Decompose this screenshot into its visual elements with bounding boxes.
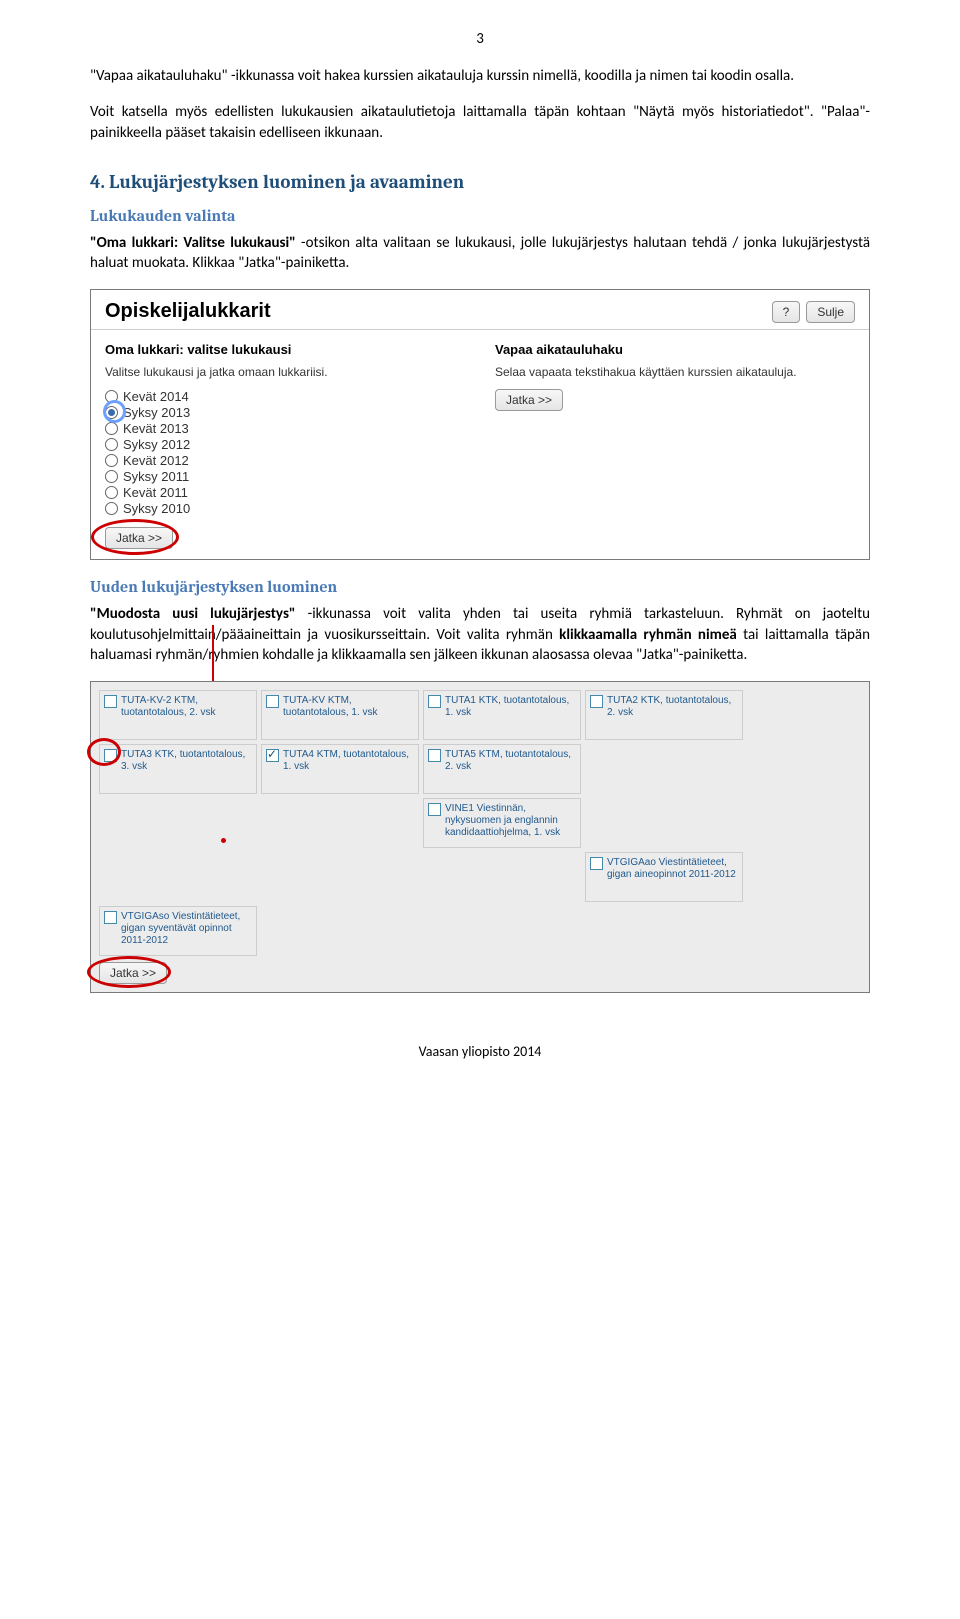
ss1-col2-desc: Selaa vapaata tekstihakua käyttäen kurss…: [495, 365, 855, 379]
group-cell: [423, 906, 581, 956]
help-button[interactable]: ?: [772, 301, 801, 323]
page-number: 3: [90, 30, 870, 48]
semester-radio[interactable]: Kevät 2013: [105, 421, 465, 436]
semester-radio[interactable]: Kevät 2011: [105, 485, 465, 500]
intro-paragraph-2: Voit katsella myös edellisten lukukausie…: [90, 102, 870, 143]
group-cell: [99, 852, 257, 902]
subsection-uuden-luominen: Uuden lukujärjestyksen luominen: [90, 578, 870, 596]
semester-radio[interactable]: Syksy 2012: [105, 437, 465, 452]
ss1-col2-header: Vapaa aikatauluhaku: [495, 342, 855, 357]
radio-label: Syksy 2010: [123, 501, 190, 516]
ss1-title: Opiskelijalukkarit: [105, 300, 271, 323]
group-label[interactable]: TUTA5 KTM, tuotantotalous, 2. vsk: [445, 749, 576, 789]
checkbox-icon[interactable]: [266, 695, 279, 708]
group-label[interactable]: VTGIGAao Viestintätieteet, gigan aineopi…: [607, 857, 738, 897]
group-cell[interactable]: TUTA-KV KTM, tuotantotalous, 1. vsk: [261, 690, 419, 740]
radio-label: Kevät 2014: [123, 389, 189, 404]
ss1-col1-header: Oma lukkari: valitse lukukausi: [105, 342, 465, 357]
checkbox-icon[interactable]: [590, 857, 603, 870]
section-4-heading: 4. Lukujärjestyksen luominen ja avaamine…: [90, 171, 870, 193]
group-cell[interactable]: VTGIGAao Viestintätieteet, gigan aineopi…: [585, 852, 743, 902]
jatka-button-2[interactable]: Jatka >>: [99, 962, 167, 984]
page-footer: Vaasan yliopisto 2014: [90, 1043, 870, 1060]
group-cell: [261, 798, 419, 848]
sub2-paragraph: "Muodosta uusi lukujärjestys" -ikkunassa…: [90, 604, 870, 665]
group-cell[interactable]: VINE1 Viestinnän, nykysuomen ja englanni…: [423, 798, 581, 848]
group-cell[interactable]: TUTA1 KTK, tuotantotalous, 1. vsk: [423, 690, 581, 740]
checkbox-icon[interactable]: [428, 803, 441, 816]
checkbox-icon[interactable]: [428, 695, 441, 708]
radio-icon[interactable]: [105, 470, 118, 483]
screenshot-muodosta-lukujarjestys: TUTA-KV-2 KTM, tuotantotalous, 2. vsk TUT…: [90, 681, 870, 993]
sub2-bold1: "Muodosta uusi lukujärjestys": [90, 605, 296, 623]
semester-radio-list: Kevät 2014Syksy 2013Kevät 2013Syksy 2012…: [105, 389, 465, 516]
intro-paragraph-1: "Vapaa aikatauluhaku" -ikkunassa voit ha…: [90, 66, 870, 86]
radio-label: Kevät 2011: [123, 485, 188, 500]
jatka-button-1[interactable]: Jatka >>: [105, 527, 173, 549]
group-label[interactable]: TUTA-KV-2 KTM, tuotantotalous, 2. vsk: [121, 695, 252, 735]
group-cell: [99, 798, 257, 848]
sub1-paragraph: "Oma lukkari: Valitse lukukausi" -otsiko…: [90, 233, 870, 274]
checkbox-icon[interactable]: [428, 749, 441, 762]
group-cell[interactable]: TUTA-KV-2 KTM, tuotantotalous, 2. vsk: [99, 690, 257, 740]
semester-radio[interactable]: Kevät 2012: [105, 453, 465, 468]
group-cell[interactable]: TUTA5 KTM, tuotantotalous, 2. vsk: [423, 744, 581, 794]
group-label[interactable]: TUTA-KV KTM, tuotantotalous, 1. vsk: [283, 695, 414, 735]
group-cell: [261, 852, 419, 902]
checkbox-icon[interactable]: [104, 749, 117, 762]
radio-icon[interactable]: [105, 486, 118, 499]
group-cell: [423, 852, 581, 902]
checkbox-icon[interactable]: [266, 749, 279, 762]
radio-icon[interactable]: [105, 438, 118, 451]
semester-radio[interactable]: Syksy 2010: [105, 501, 465, 516]
group-label[interactable]: TUTA1 KTK, tuotantotalous, 1. vsk: [445, 695, 576, 735]
radio-label: Syksy 2011: [123, 469, 189, 484]
group-cell: [261, 906, 419, 956]
radio-label: Kevät 2013: [123, 421, 189, 436]
red-dot-annotation: [221, 838, 226, 843]
group-label[interactable]: VTGIGAso Viestintätieteet, gigan syventä…: [121, 911, 252, 951]
radio-icon[interactable]: [105, 390, 118, 403]
group-cell[interactable]: TUTA2 KTK, tuotantotalous, 2. vsk: [585, 690, 743, 740]
group-cell: [585, 744, 743, 794]
radio-icon[interactable]: [105, 502, 118, 515]
radio-icon[interactable]: [105, 454, 118, 467]
group-label[interactable]: TUTA2 KTK, tuotantotalous, 2. vsk: [607, 695, 738, 735]
checkbox-icon[interactable]: [590, 695, 603, 708]
radio-label: Syksy 2012: [123, 437, 190, 452]
group-label[interactable]: VINE1 Viestinnän, nykysuomen ja englanni…: [445, 803, 576, 843]
radio-label: Kevät 2012: [123, 453, 189, 468]
group-cell[interactable]: TUTA3 KTK, tuotantotalous, 3. vsk: [99, 744, 257, 794]
group-label[interactable]: TUTA3 KTK, tuotantotalous, 3. vsk: [121, 749, 252, 789]
radio-icon[interactable]: [105, 406, 118, 419]
group-label[interactable]: TUTA4 KTM, tuotantotalous, 1. vsk: [283, 749, 414, 789]
radio-label: Syksy 2013: [123, 405, 190, 420]
checkbox-icon[interactable]: [104, 695, 117, 708]
semester-radio[interactable]: Kevät 2014: [105, 389, 465, 404]
ss1-col1-desc: Valitse lukukausi ja jatka omaan lukkari…: [105, 365, 465, 379]
radio-icon[interactable]: [105, 422, 118, 435]
subsection-lukukauden-valinta: Lukukauden valinta: [90, 207, 870, 225]
jatka-button-col2[interactable]: Jatka >>: [495, 389, 563, 411]
group-cell[interactable]: VTGIGAso Viestintätieteet, gigan syventä…: [99, 906, 257, 956]
group-cell: [585, 906, 743, 956]
sub2-bold2: klikkaamalla ryhmän nimeä: [559, 626, 737, 644]
close-button[interactable]: Sulje: [806, 301, 855, 323]
group-cell: [585, 798, 743, 848]
semester-radio[interactable]: Syksy 2013: [105, 405, 465, 420]
checkbox-icon[interactable]: [104, 911, 117, 924]
screenshot-opiskelijalukkarit: Opiskelijalukkarit ? Sulje Oma lukkari: …: [90, 289, 870, 560]
group-cell[interactable]: TUTA4 KTM, tuotantotalous, 1. vsk: [261, 744, 419, 794]
sub1-bold: "Oma lukkari: Valitse lukukausi": [90, 234, 296, 252]
semester-radio[interactable]: Syksy 2011: [105, 469, 465, 484]
